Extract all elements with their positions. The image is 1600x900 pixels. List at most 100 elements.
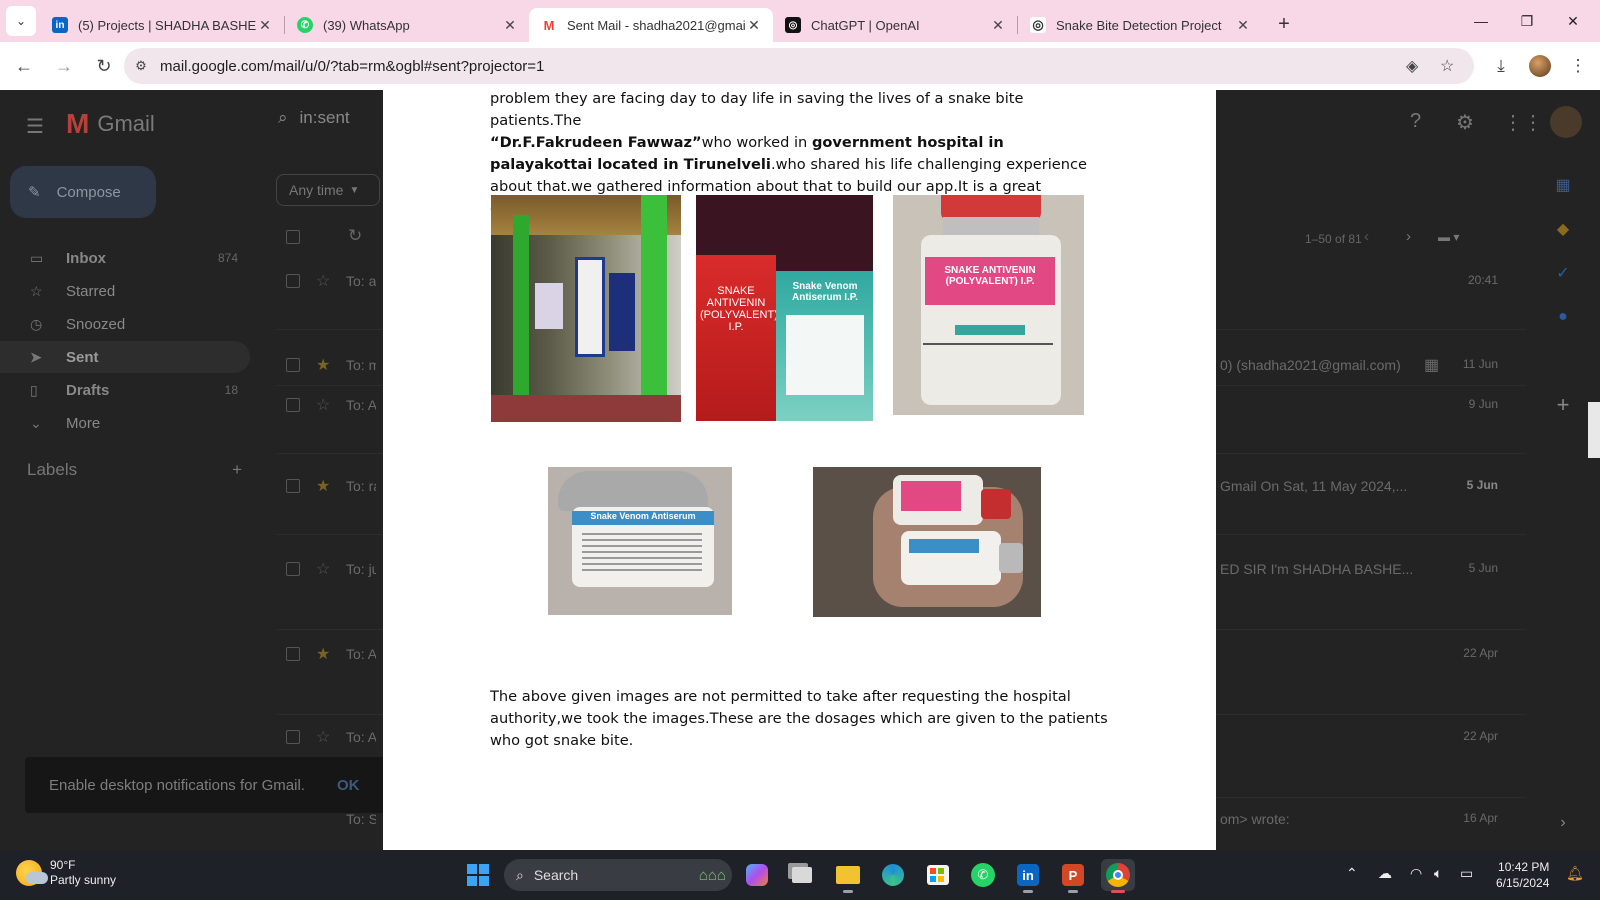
- close-icon[interactable]: ✕: [501, 17, 519, 34]
- tab-search-button[interactable]: ⌄: [6, 6, 36, 36]
- star-icon[interactable]: ☆: [316, 395, 330, 415]
- notification-bell-icon[interactable]: 🔔︎: [1566, 865, 1584, 882]
- onedrive-icon[interactable]: ☁: [1378, 865, 1392, 882]
- help-icon[interactable]: ?: [1410, 110, 1421, 133]
- star-icon[interactable]: ★: [316, 644, 330, 664]
- keep-icon[interactable]: ◆: [1548, 214, 1578, 244]
- select-all-checkbox[interactable]: [286, 230, 300, 244]
- sidebar-item-more[interactable]: ⌄ More: [0, 407, 250, 439]
- sidebar-item-label: Drafts: [66, 381, 110, 399]
- start-button[interactable]: [461, 859, 495, 891]
- search-input[interactable]: ⌕ in:sent: [278, 108, 350, 128]
- chevron-right-icon[interactable]: ›: [1548, 808, 1578, 838]
- address-bar[interactable]: ⚙ mail.google.com/mail/u/0/?tab=rm&ogbl#…: [124, 48, 1474, 84]
- avatar[interactable]: [1550, 106, 1582, 138]
- restore-button[interactable]: ❐: [1504, 0, 1550, 42]
- wifi-icon[interactable]: ◠: [1410, 865, 1422, 882]
- linkedin-button[interactable]: in: [1011, 859, 1045, 893]
- chrome-button[interactable]: [1101, 859, 1135, 893]
- browser-menu-button[interactable]: ⋮: [1560, 48, 1596, 84]
- new-tab-button[interactable]: +: [1270, 10, 1298, 38]
- battery-icon[interactable]: ▭: [1460, 865, 1473, 882]
- volume-icon[interactable]: 🔈︎: [1434, 865, 1442, 882]
- store-button[interactable]: [921, 859, 955, 891]
- row-recipient: To: m: [346, 357, 376, 373]
- tab-gmail-sent[interactable]: M Sent Mail - shadha2021@gmail ✕: [529, 8, 773, 42]
- add-addon-icon[interactable]: +: [1548, 390, 1578, 420]
- url-text: mail.google.com/mail/u/0/?tab=rm&ogbl#se…: [160, 57, 545, 75]
- reload-button[interactable]: ↻: [86, 48, 122, 84]
- add-label-icon[interactable]: +: [232, 460, 242, 480]
- sidebar-item-sent[interactable]: ➤ Sent: [0, 341, 250, 373]
- task-view-button[interactable]: [785, 859, 819, 891]
- row-checkbox[interactable]: [286, 479, 300, 493]
- compose-button[interactable]: ✎ Compose: [10, 166, 156, 218]
- apps-grid-icon[interactable]: ⋮⋮: [1503, 110, 1543, 135]
- search-value: in:sent: [299, 108, 350, 127]
- input-tools-icon[interactable]: ▬ ▾: [1438, 230, 1459, 244]
- tab-chatgpt[interactable]: ◎ ChatGPT | OpenAI ✕: [773, 8, 1017, 42]
- row-date: 5 Jun: [1466, 478, 1498, 492]
- calendar-icon[interactable]: ▦: [1548, 170, 1578, 200]
- bookmark-star-icon[interactable]: ☆: [1440, 56, 1454, 76]
- star-icon[interactable]: ★: [316, 355, 330, 375]
- refresh-icon[interactable]: ↻: [348, 226, 362, 246]
- close-icon[interactable]: ✕: [1234, 17, 1252, 34]
- hamburger-menu-icon[interactable]: ☰: [26, 114, 44, 139]
- row-date: 16 Apr: [1463, 811, 1498, 825]
- gmail-logo[interactable]: M Gmail: [66, 108, 155, 140]
- sidebar-item-drafts[interactable]: ▯ Drafts 18: [0, 374, 250, 406]
- running-indicator: [1111, 890, 1125, 893]
- site-info-icon[interactable]: ⚙: [124, 58, 158, 74]
- star-icon[interactable]: ☆: [316, 559, 330, 579]
- row-checkbox[interactable]: [286, 730, 300, 744]
- task-view-icon: [792, 867, 812, 883]
- tab-linkedin[interactable]: in (5) Projects | SHADHA BASHEER ✕: [40, 8, 284, 42]
- chevron-left-icon[interactable]: ‹: [1364, 228, 1369, 245]
- minimize-button[interactable]: —: [1458, 0, 1504, 42]
- clock[interactable]: 10:42 PM 6/15/2024: [1496, 859, 1549, 891]
- scrollbar-handle[interactable]: [1588, 402, 1600, 458]
- row-checkbox[interactable]: [286, 647, 300, 661]
- star-icon[interactable]: ☆: [316, 727, 330, 747]
- forward-button[interactable]: →: [46, 48, 82, 84]
- chevron-up-icon[interactable]: ⌃: [1346, 865, 1358, 882]
- row-checkbox[interactable]: [286, 358, 300, 372]
- sidebar-item-snoozed[interactable]: ◷ Snoozed: [0, 308, 250, 340]
- date-filter-dropdown[interactable]: Any time ▼: [276, 174, 380, 206]
- toast-ok-button[interactable]: OK: [337, 777, 360, 794]
- row-checkbox[interactable]: [286, 398, 300, 412]
- file-explorer-button[interactable]: [831, 859, 865, 893]
- row-checkbox[interactable]: [286, 274, 300, 288]
- edge-button[interactable]: [876, 859, 910, 891]
- chevron-right-icon[interactable]: ›: [1406, 228, 1411, 245]
- powerpoint-button[interactable]: P: [1056, 859, 1090, 893]
- restore-icon: ❐: [1520, 12, 1534, 29]
- downloads-button[interactable]: ⤓: [1483, 48, 1519, 84]
- star-icon[interactable]: ☆: [316, 271, 330, 291]
- contacts-icon[interactable]: ●: [1548, 302, 1578, 332]
- copilot-button[interactable]: [740, 859, 774, 891]
- lens-icon[interactable]: ◈: [1406, 56, 1418, 76]
- row-snippet: ED SIR I'm SHADHA BASHE...: [1220, 561, 1414, 577]
- tab-whatsapp[interactable]: ✆ (39) WhatsApp ✕: [285, 8, 529, 42]
- sidebar-item-starred[interactable]: ☆ Starred: [0, 275, 250, 307]
- star-icon[interactable]: ★: [316, 476, 330, 496]
- row-checkbox[interactable]: [286, 562, 300, 576]
- close-icon[interactable]: ✕: [256, 17, 274, 34]
- tab-snake-bite[interactable]: ◎ Snake Bite Detection Project ✕: [1018, 8, 1262, 42]
- close-window-button[interactable]: ✕: [1550, 0, 1596, 42]
- profile-button[interactable]: [1522, 48, 1558, 84]
- back-button[interactable]: ←: [6, 48, 42, 84]
- tasks-icon[interactable]: ✓: [1548, 258, 1578, 288]
- sidebar-item-inbox[interactable]: ▭ Inbox 874: [0, 242, 250, 274]
- whatsapp-button[interactable]: ✆: [966, 859, 1000, 891]
- photo-pink-vial: SNAKE ANTIVENIN (POLYVALENT) I.P.: [893, 195, 1084, 415]
- taskbar-search[interactable]: ⌕ Search ⌂⌂⌂: [504, 859, 732, 891]
- weather-widget[interactable]: 90°F Partly sunny: [16, 858, 116, 888]
- close-icon[interactable]: ✕: [989, 17, 1007, 34]
- gear-icon[interactable]: ⚙: [1456, 110, 1474, 135]
- row-date: 9 Jun: [1468, 397, 1498, 411]
- close-icon[interactable]: ✕: [745, 17, 763, 34]
- clock-icon: ◷: [30, 315, 43, 332]
